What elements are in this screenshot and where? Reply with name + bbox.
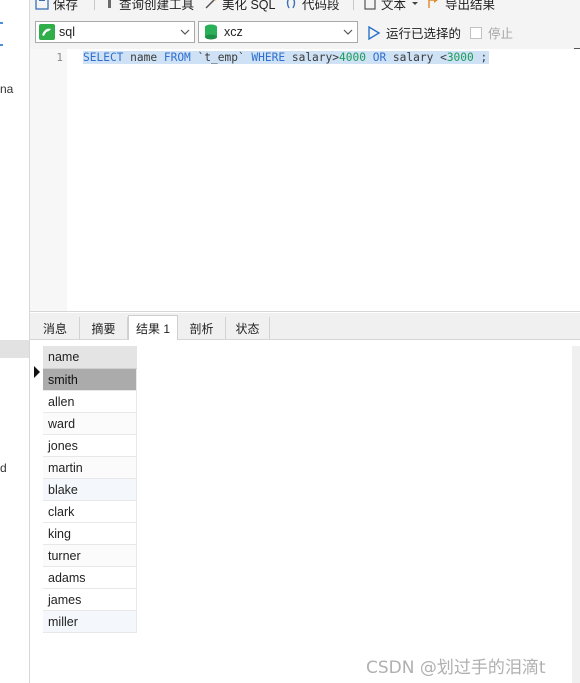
- chevron-down-icon: [412, 2, 419, 5]
- sql-number: 4000: [339, 51, 366, 64]
- stop-label: 停止: [488, 27, 514, 41]
- run-selected-label: 运行已选择的: [386, 27, 462, 41]
- connection-value: sql: [59, 25, 75, 39]
- tab-messages[interactable]: 消息: [31, 317, 80, 339]
- sql-keyword: WHERE: [251, 51, 286, 64]
- code-snippet-button[interactable]: 代码段: [284, 0, 340, 12]
- export-result-label: 导出结果: [445, 0, 496, 12]
- connection-toolbar: sql xcz 运行已选择的 停止: [30, 13, 580, 50]
- tab-summary[interactable]: 摘要: [80, 317, 128, 339]
- sql-editor[interactable]: 1 SELECT name FROM `t_emp` WHERE salary>…: [30, 49, 580, 312]
- table-row[interactable]: miller: [43, 611, 137, 633]
- sql-statement[interactable]: SELECT name FROM `t_emp` WHERE salary>40…: [83, 51, 490, 64]
- table-row[interactable]: turner: [43, 545, 137, 567]
- query-builder-icon: [108, 0, 111, 8]
- tab-profile[interactable]: 剖析: [178, 317, 226, 339]
- stop-button[interactable]: 停止: [470, 23, 513, 42]
- tab-status[interactable]: 状态: [226, 317, 270, 339]
- sidebar-marker: [0, 44, 3, 46]
- table-row[interactable]: ward: [43, 413, 137, 435]
- sql-number: 3000: [446, 51, 474, 64]
- run-icon: [368, 25, 381, 40]
- run-selected-button[interactable]: 运行已选择的: [367, 23, 461, 42]
- sidebar-item-fragment[interactable]: na: [0, 82, 13, 96]
- stop-icon: [470, 26, 482, 39]
- query-builder-label: 查询创建工具: [119, 0, 195, 12]
- sql-text: name: [123, 51, 164, 64]
- text-mode-label: 文本: [381, 0, 407, 12]
- code-snippet-label: 代码段: [302, 0, 340, 12]
- table-row[interactable]: martin: [43, 457, 137, 479]
- text-mode-button[interactable]: 文本: [363, 0, 423, 12]
- save-button[interactable]: 保存: [35, 0, 79, 12]
- sql-text: `t_emp`: [190, 51, 252, 64]
- table-row[interactable]: smith: [43, 369, 137, 391]
- table-row[interactable]: clark: [43, 501, 137, 523]
- watermark: CSDN @划过手的泪滴t: [366, 658, 546, 678]
- toolbar-divider: [94, 0, 95, 10]
- export-result-button[interactable]: 导出结果: [427, 0, 496, 12]
- sql-text: salary <: [386, 51, 447, 64]
- save-icon: [35, 0, 49, 10]
- magic-wand-icon: [205, 0, 217, 9]
- table-row[interactable]: james: [43, 589, 137, 611]
- chevron-down-icon[interactable]: [343, 27, 353, 37]
- vertical-scrollbar[interactable]: [572, 346, 580, 683]
- sql-keyword: OR: [372, 51, 387, 64]
- line-number-gutter: 1: [30, 49, 67, 311]
- beautify-sql-button[interactable]: 美化 SQL: [204, 0, 276, 12]
- object-sidebar: na d: [0, 0, 30, 683]
- query-toolbar: 保存 查询创建工具 美化 SQL 代码段 文本 导出结果: [30, 0, 580, 13]
- database-select[interactable]: xcz: [198, 21, 358, 43]
- beautify-sql-label: 美化 SQL: [222, 0, 276, 12]
- sidebar-selected-item[interactable]: [0, 340, 29, 358]
- table-row[interactable]: jones: [43, 435, 137, 457]
- column-header-name[interactable]: name: [43, 346, 137, 369]
- query-builder-button[interactable]: 查询创建工具: [105, 0, 195, 12]
- sql-keyword: FROM: [163, 51, 191, 64]
- sidebar-marker: [0, 22, 3, 24]
- connection-select[interactable]: sql: [35, 21, 195, 43]
- database-value: xcz: [224, 25, 243, 39]
- export-icon: [428, 0, 438, 8]
- sql-text: salary>: [285, 51, 339, 64]
- table-row[interactable]: allen: [43, 391, 137, 413]
- result-grid-area: name smith allen ward jones martin blake…: [30, 340, 580, 683]
- tab-result-1[interactable]: 结果 1: [128, 315, 178, 340]
- chevron-down-icon[interactable]: [180, 27, 190, 37]
- result-grid[interactable]: name smith allen ward jones martin blake…: [43, 346, 137, 633]
- database-icon: [205, 24, 217, 40]
- sql-text: ;: [473, 51, 488, 64]
- toolbar-divider: [353, 0, 354, 10]
- table-row[interactable]: adams: [43, 567, 137, 589]
- current-row-pointer-icon: [34, 366, 40, 378]
- result-tabs: 消息 摘要 结果 1 剖析 状态: [30, 313, 580, 340]
- snippet-icon: [286, 0, 296, 9]
- save-label: 保存: [53, 0, 79, 12]
- sql-server-connection-icon: [39, 24, 55, 40]
- table-row[interactable]: king: [43, 523, 137, 545]
- text-icon: [364, 0, 376, 10]
- table-row[interactable]: blake: [43, 479, 137, 501]
- sidebar-item-fragment[interactable]: d: [0, 461, 7, 475]
- sql-keyword: SELECT: [83, 51, 124, 64]
- line-number: 1: [56, 51, 63, 64]
